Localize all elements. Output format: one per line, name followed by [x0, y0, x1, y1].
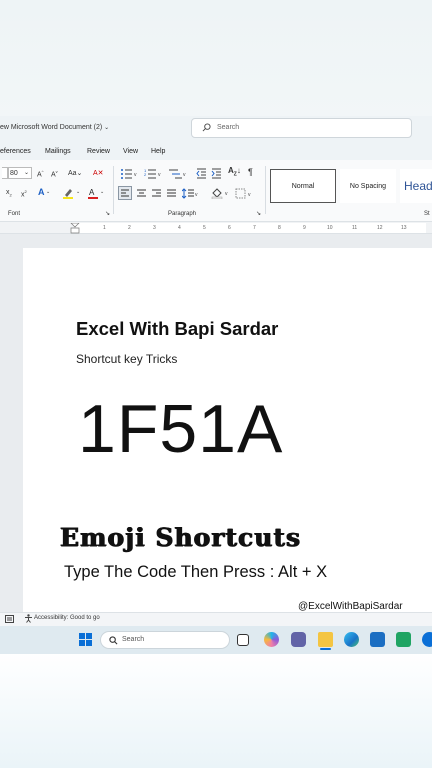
ruler-numbers: 1 2 3 4 5 6 7 8 9 10 11 12 13: [0, 222, 432, 234]
group-divider: [265, 166, 266, 214]
ruler-number: 3: [153, 225, 156, 231]
bullets-icon[interactable]: v: [120, 168, 140, 179]
align-left-icon[interactable]: [118, 186, 132, 200]
app-icon[interactable]: [422, 632, 432, 647]
svg-text:v: v: [195, 192, 198, 198]
ruler-number: 7: [253, 225, 256, 231]
justify-icon[interactable]: [166, 188, 177, 199]
group-label-styles: St: [424, 211, 430, 217]
line-spacing-icon[interactable]: v: [182, 188, 200, 199]
svg-text:A: A: [89, 188, 95, 197]
dialog-launcher-icon[interactable]: ↘: [105, 210, 110, 217]
excel-icon[interactable]: [396, 632, 411, 647]
ruler-number: 10: [327, 225, 333, 231]
decrease-indent-icon[interactable]: [196, 168, 207, 179]
style-normal[interactable]: Normal: [270, 169, 336, 203]
ruler-number: 9: [303, 225, 306, 231]
overlay-instruction: Type The Code Then Press : Alt + X: [64, 563, 328, 581]
taskbar-search-placeholder: Search: [122, 636, 145, 643]
font-color-icon[interactable]: A: [87, 187, 99, 199]
subscript-icon[interactable]: x2: [6, 189, 12, 197]
store-icon[interactable]: [370, 632, 385, 647]
overlay-title: Emoji Shortcuts: [60, 523, 302, 552]
sort-icon[interactable]: AZ↓: [228, 166, 241, 178]
tab-mailings[interactable]: Mailings: [45, 148, 71, 155]
svg-text:2: 2: [144, 172, 147, 177]
document-subheading[interactable]: Shortcut key Tricks: [76, 352, 177, 366]
ruler-number: 2: [128, 225, 131, 231]
ruler-number: 13: [401, 225, 407, 231]
numbering-icon[interactable]: 1 2 v: [144, 168, 164, 179]
borders-icon[interactable]: v: [235, 188, 255, 199]
style-normal-label: Normal: [291, 182, 315, 190]
tab-references[interactable]: eferences: [0, 148, 31, 155]
search-icon: [109, 636, 118, 645]
ruler-number: 5: [203, 225, 206, 231]
task-view-icon[interactable]: [237, 634, 249, 646]
ruler-number: 8: [278, 225, 281, 231]
search-placeholder: Search: [217, 124, 240, 131]
taskbar-search-input[interactable]: Search: [100, 631, 230, 649]
windows-start-icon[interactable]: [79, 633, 92, 646]
tab-view[interactable]: View: [123, 148, 138, 155]
edge-icon[interactable]: [344, 632, 359, 647]
show-marks-icon[interactable]: ¶: [248, 167, 253, 177]
increase-indent-icon[interactable]: [211, 168, 222, 179]
superscript-icon[interactable]: x2: [21, 189, 27, 198]
highlight-icon[interactable]: [62, 187, 74, 199]
document-title-text: ew Microsoft Word Document (2): [0, 124, 103, 131]
align-right-icon[interactable]: [151, 188, 162, 199]
shading-icon[interactable]: v: [211, 187, 231, 199]
shrink-font-icon[interactable]: Av: [51, 169, 58, 178]
accessibility-status[interactable]: Accessibility: Good to go: [34, 615, 100, 621]
file-explorer-icon[interactable]: [318, 632, 333, 647]
tab-review[interactable]: Review: [87, 148, 110, 155]
svg-text:v: v: [134, 172, 137, 178]
font-size-value: 80: [10, 170, 18, 177]
ruler-number: 4: [178, 225, 181, 231]
style-no-spacing[interactable]: No Spacing: [340, 169, 396, 203]
chevron-down-icon[interactable]: ⌄: [46, 189, 50, 195]
svg-text:v: v: [248, 192, 251, 198]
svg-text:v: v: [225, 191, 228, 197]
active-app-indicator: [320, 648, 331, 650]
accessibility-icon[interactable]: [24, 614, 33, 623]
page-view-icon[interactable]: [5, 615, 14, 623]
ruler-number: 6: [228, 225, 231, 231]
clear-formatting-icon[interactable]: A✕: [93, 169, 104, 177]
svg-text:v: v: [158, 172, 161, 178]
search-input[interactable]: Search: [191, 118, 412, 138]
document-heading[interactable]: Excel With Bapi Sardar: [76, 318, 278, 340]
ruler-number: 1: [103, 225, 106, 231]
group-divider: [113, 166, 114, 214]
style-heading[interactable]: Head: [400, 169, 432, 203]
group-label-font: Font: [8, 211, 21, 217]
search-icon: [202, 123, 211, 132]
grow-font-icon[interactable]: A^: [37, 169, 44, 178]
tab-help[interactable]: Help: [151, 148, 165, 155]
font-size-box[interactable]: 80 ⌄: [8, 167, 32, 179]
style-heading-label: Head: [404, 179, 432, 193]
text-effects-icon[interactable]: A: [38, 187, 45, 197]
teams-icon[interactable]: [291, 632, 306, 647]
dialog-launcher-icon[interactable]: ↘: [256, 210, 261, 217]
change-case-icon[interactable]: Aa⌄: [68, 169, 82, 177]
copilot-icon[interactable]: [264, 632, 279, 647]
group-label-paragraph: Paragraph: [168, 211, 197, 217]
document-title[interactable]: ew Microsoft Word Document (2) ⌄: [0, 124, 109, 131]
ruler-number: 11: [352, 225, 358, 231]
document-code-text[interactable]: 1F51A: [78, 390, 283, 468]
chevron-down-icon: ⌄: [24, 170, 30, 176]
ruler-number: 12: [377, 225, 383, 231]
style-no-spacing-label: No Spacing: [349, 182, 387, 190]
chevron-down-icon: ⌄: [104, 125, 110, 131]
align-center-icon[interactable]: [136, 188, 147, 199]
chevron-down-icon[interactable]: ⌄: [76, 189, 80, 195]
watermark-handle: @ExcelWithBapiSardar: [298, 601, 403, 612]
svg-text:v: v: [183, 172, 186, 178]
multilevel-list-icon[interactable]: v: [168, 168, 188, 179]
chevron-down-icon[interactable]: ⌄: [100, 189, 104, 195]
